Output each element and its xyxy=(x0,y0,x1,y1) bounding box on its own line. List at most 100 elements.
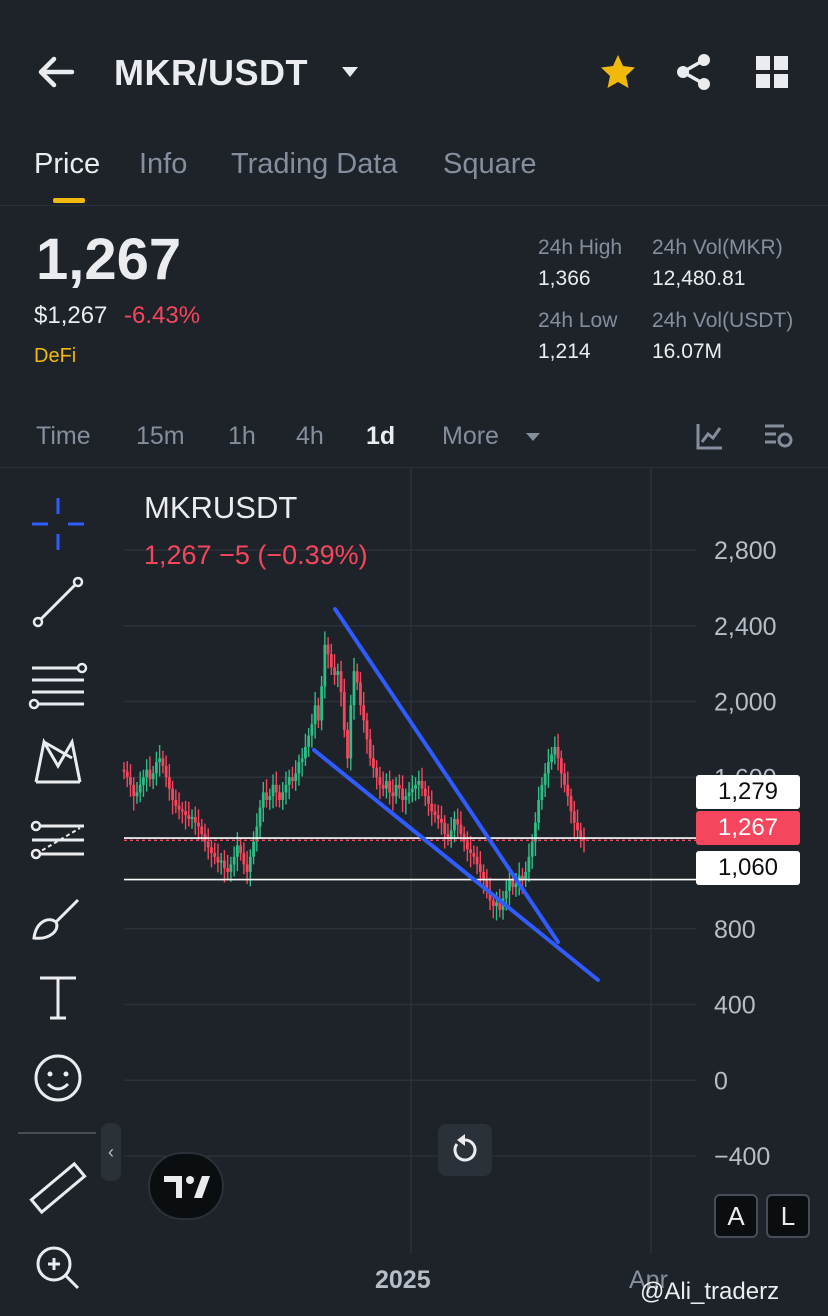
candle-body xyxy=(375,767,379,778)
category-tag[interactable]: DeFi xyxy=(34,345,76,368)
y-tick-label: 2,800 xyxy=(714,537,777,565)
candle-body xyxy=(346,729,349,759)
active-tab-indicator xyxy=(53,198,85,203)
tradingview-logo[interactable] xyxy=(148,1152,224,1220)
candle-body xyxy=(420,781,424,789)
tab-trading-data[interactable]: Trading Data xyxy=(231,148,398,181)
candle-body xyxy=(248,856,252,872)
candle-body xyxy=(491,900,495,907)
usd-price: $1,267 xyxy=(34,302,108,329)
candle-body xyxy=(122,769,126,772)
candle-body xyxy=(132,784,136,797)
log-scale-button[interactable]: L xyxy=(766,1194,810,1238)
candle-body xyxy=(449,830,453,838)
toolbar-collapse-button[interactable]: ‹ xyxy=(101,1123,121,1181)
candle-body xyxy=(193,817,197,823)
pair-title[interactable]: MKR/USDT xyxy=(114,52,308,94)
candle-body xyxy=(300,758,304,763)
fib-tool-icon[interactable] xyxy=(26,808,90,872)
candle-body xyxy=(200,826,204,835)
auto-scale-button[interactable]: A xyxy=(714,1194,758,1238)
tf-more[interactable]: More xyxy=(442,422,499,451)
indicator-icon[interactable] xyxy=(694,420,726,452)
candle-body xyxy=(316,705,320,721)
crosshair-icon[interactable] xyxy=(26,492,90,556)
candle-body xyxy=(235,845,239,857)
candle-body xyxy=(365,720,369,740)
tab-price[interactable]: Price xyxy=(34,148,100,181)
candle-body xyxy=(142,777,145,785)
ruler-tool-icon[interactable] xyxy=(26,1156,90,1220)
candle-body xyxy=(339,671,343,693)
candle-body xyxy=(232,856,236,865)
grid-icon[interactable] xyxy=(752,52,792,92)
tf-1d[interactable]: 1d xyxy=(366,422,395,451)
candle-body xyxy=(511,879,515,888)
candle-body xyxy=(388,781,392,793)
emoji-tool-icon[interactable] xyxy=(26,1046,90,1110)
tab-square[interactable]: Square xyxy=(443,148,537,181)
candle-body xyxy=(436,815,440,819)
reset-chart-icon[interactable] xyxy=(438,1124,492,1176)
candle-body xyxy=(239,845,243,853)
zoom-in-icon[interactable] xyxy=(26,1236,90,1300)
candle-body xyxy=(184,811,187,816)
back-arrow-icon[interactable] xyxy=(34,50,78,94)
tf-1h[interactable]: 1h xyxy=(228,422,256,451)
candle-body xyxy=(307,735,311,747)
candle-body xyxy=(216,856,220,863)
candle-body xyxy=(443,822,447,835)
star-icon[interactable] xyxy=(598,52,638,92)
candle-body xyxy=(333,667,336,675)
caret-down-icon[interactable] xyxy=(338,60,362,84)
pattern-tool-icon[interactable] xyxy=(26,730,90,794)
candle-body xyxy=(410,788,414,793)
candle-body xyxy=(278,792,281,800)
candle-body xyxy=(553,746,557,755)
brush-tool-icon[interactable] xyxy=(26,886,90,950)
candle-body xyxy=(171,788,174,800)
candle-body xyxy=(381,784,385,789)
candle-body xyxy=(362,705,366,721)
candle-body xyxy=(297,762,301,774)
candle-body xyxy=(559,758,563,774)
candle-body xyxy=(572,811,576,823)
share-icon[interactable] xyxy=(674,52,714,92)
tab-info[interactable]: Info xyxy=(139,148,187,181)
tf-time[interactable]: Time xyxy=(36,422,91,451)
candle-body xyxy=(530,841,534,857)
last-price: 1,267 xyxy=(36,227,182,292)
candle-body xyxy=(287,777,291,785)
candle-body xyxy=(151,773,155,780)
candle-body xyxy=(255,826,259,842)
tf-15m[interactable]: 15m xyxy=(136,422,185,451)
candle-body xyxy=(569,796,573,812)
header: MKR/USDT xyxy=(0,0,828,140)
candle-body xyxy=(563,773,566,785)
tf-4h[interactable]: 4h xyxy=(296,422,324,451)
candle-body xyxy=(546,762,550,774)
price-change: -6.43% xyxy=(124,302,201,329)
text-tool-icon[interactable] xyxy=(26,964,90,1028)
candle-body xyxy=(508,879,511,891)
candle-body xyxy=(197,822,200,827)
y-tick-label: 0 xyxy=(714,1067,728,1095)
candle-body xyxy=(265,792,268,800)
more-caret-icon[interactable] xyxy=(520,424,546,450)
chart-settings-icon[interactable] xyxy=(762,420,794,452)
y-tick-label: 2,000 xyxy=(714,689,777,717)
candle-body xyxy=(180,809,184,812)
candle-body xyxy=(336,671,340,675)
chart-area[interactable]: 2,8002,4002,0001,6008004000−400 xyxy=(0,467,828,1316)
candlestick-chart[interactable]: 2,8002,4002,0001,6008004000−400 xyxy=(0,468,828,1316)
candle-body xyxy=(537,799,541,823)
price-label-lower: 1,060 xyxy=(696,851,800,885)
trendline-tool-icon[interactable] xyxy=(26,570,90,634)
y-tick-label: 400 xyxy=(714,992,756,1020)
candle-body xyxy=(258,807,262,827)
candle-body xyxy=(313,705,317,725)
horizontal-lines-tool-icon[interactable] xyxy=(26,652,90,716)
candle-body xyxy=(242,853,246,865)
candle-body xyxy=(495,902,498,907)
candle-body xyxy=(177,805,181,810)
